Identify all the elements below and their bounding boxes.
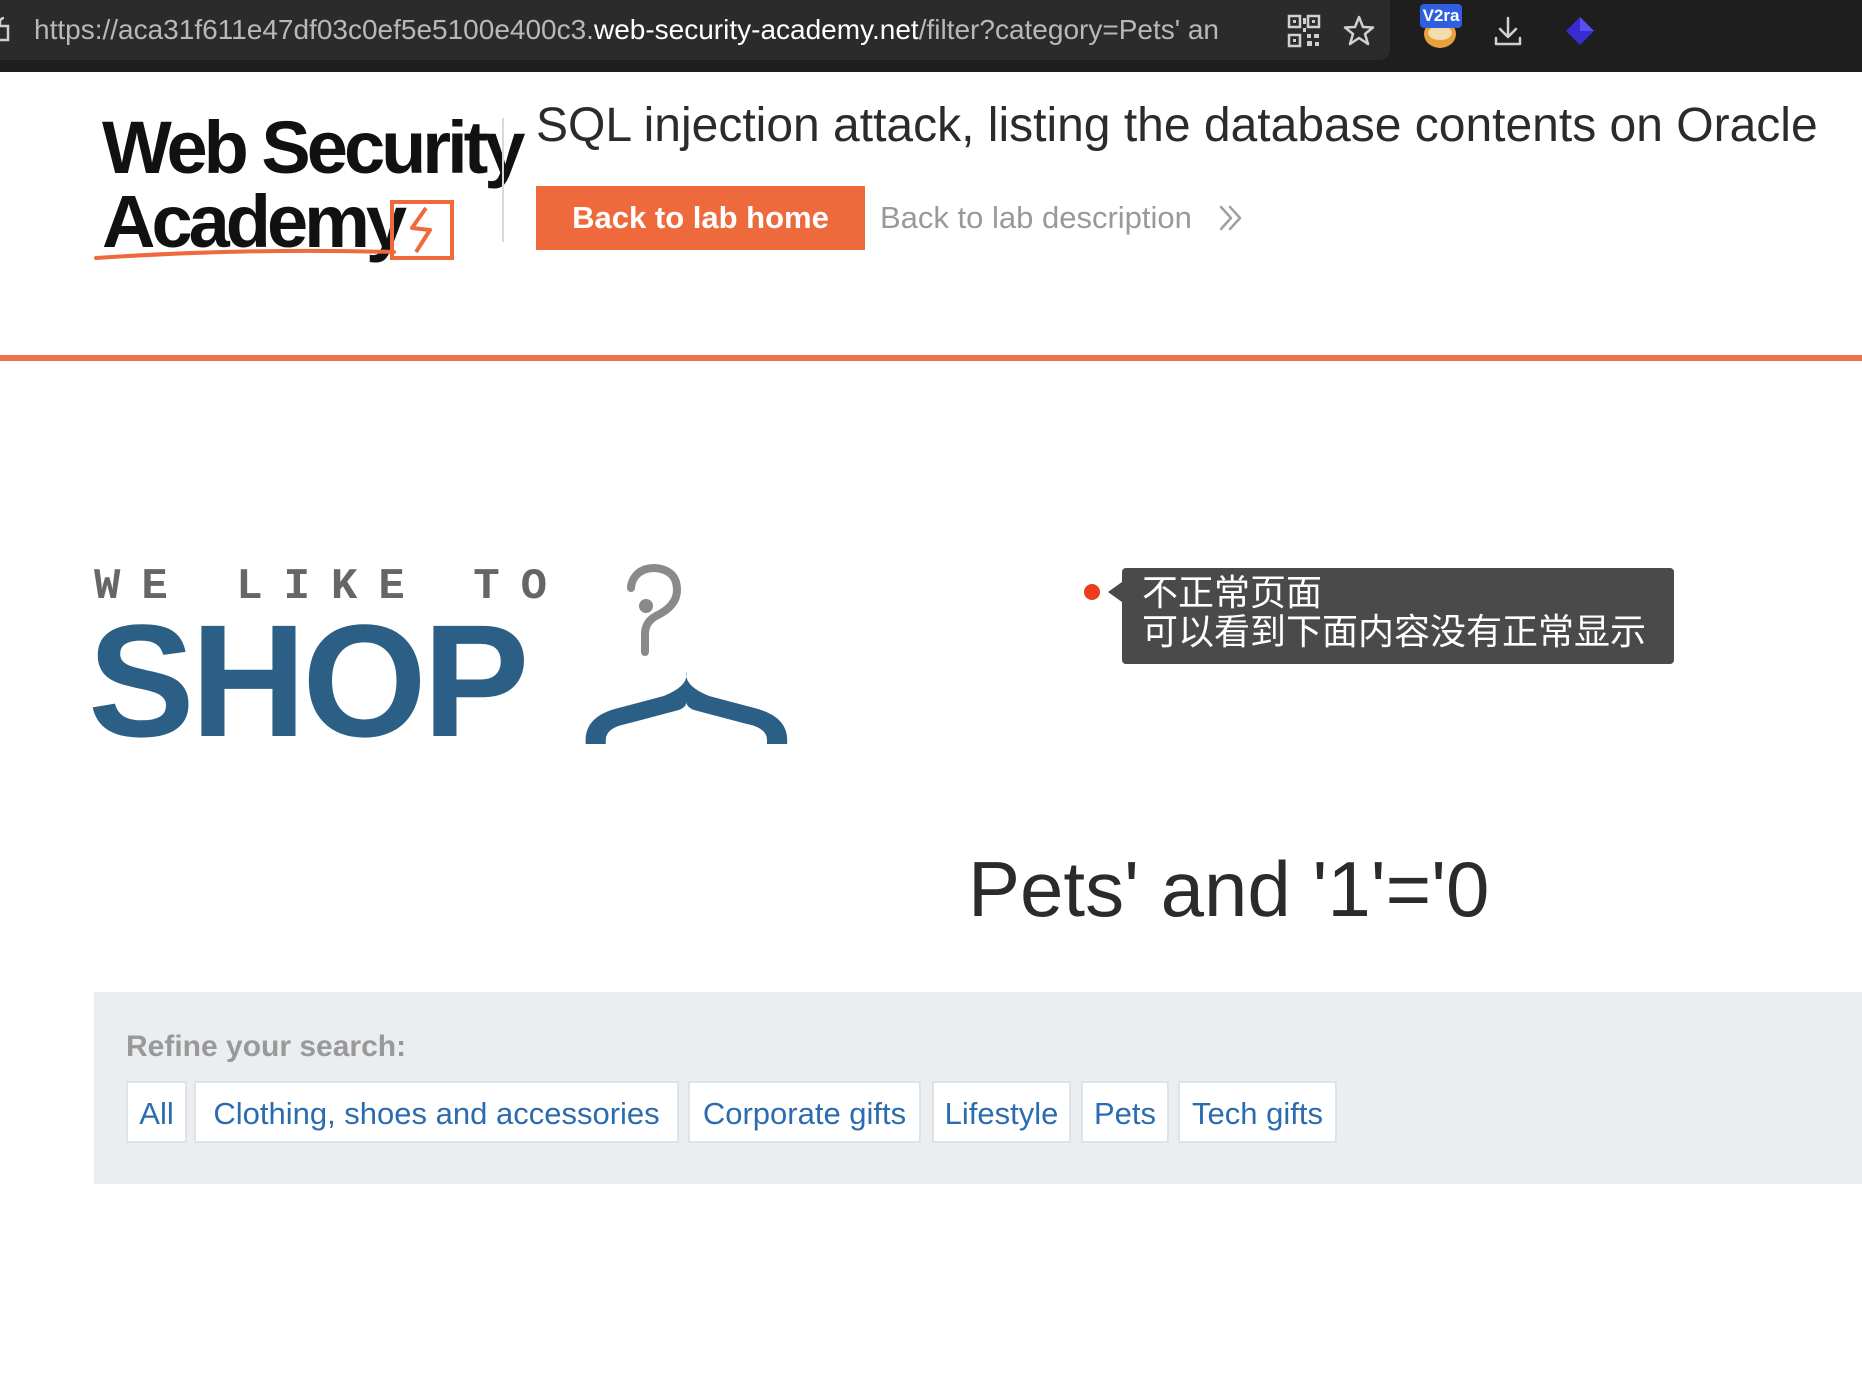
lock-icon: [0, 16, 10, 42]
v2ray-badge: V2ra: [1420, 4, 1462, 28]
url-text[interactable]: https://aca31f611e47df03c0ef5e5100e400c3…: [34, 12, 1264, 48]
qr-code-icon[interactable]: [1287, 14, 1321, 48]
hanger-icon: [585, 563, 788, 744]
filter-tech-gifts[interactable]: Tech gifts: [1178, 1081, 1337, 1143]
lab-title: SQL injection attack, listing the databa…: [536, 99, 1818, 152]
download-icon[interactable]: [1491, 14, 1525, 48]
chevron-double-right-icon[interactable]: [1218, 204, 1244, 232]
header-divider: [502, 118, 504, 242]
filter-pets[interactable]: Pets: [1081, 1081, 1169, 1143]
v2ray-extension-icon[interactable]: V2ra: [1420, 4, 1466, 50]
url-prefix: https://aca31f611e47df03c0ef5e5100e400c3…: [34, 14, 594, 45]
shop-wordmark: SHOP: [88, 591, 529, 770]
bookmark-star-icon[interactable]: [1342, 14, 1376, 48]
filter-all[interactable]: All: [126, 1081, 187, 1143]
header-rule: [0, 355, 1862, 361]
back-to-lab-description-link[interactable]: Back to lab description: [880, 196, 1192, 240]
filter-corporate-gifts[interactable]: Corporate gifts: [688, 1081, 921, 1143]
logo-lightning-mark: [94, 200, 454, 260]
annotation-pointer: [1108, 582, 1122, 602]
web-security-academy-logo[interactable]: Web Security Academy: [94, 108, 525, 268]
category-heading: Pets' and '1'='0: [968, 845, 1490, 933]
url-path: /filter?category=Pets' an: [918, 14, 1219, 45]
filter-clothing-shoes-accessories[interactable]: Clothing, shoes and accessories: [194, 1081, 679, 1143]
annotation-line2: 可以看到下面内容没有正常显示: [1142, 612, 1647, 653]
back-to-lab-home-button[interactable]: Back to lab home: [536, 186, 865, 250]
extension-diamond-icon[interactable]: [1563, 14, 1597, 48]
annotation-marker: [1084, 584, 1100, 600]
logo-line1: Web Security: [102, 106, 525, 189]
url-host: web-security-academy.net: [593, 14, 919, 45]
refine-search-label: Refine your search:: [126, 1030, 407, 1063]
filter-lifestyle[interactable]: Lifestyle: [932, 1081, 1071, 1143]
annotation-line1: 不正常页面: [1142, 573, 1323, 614]
